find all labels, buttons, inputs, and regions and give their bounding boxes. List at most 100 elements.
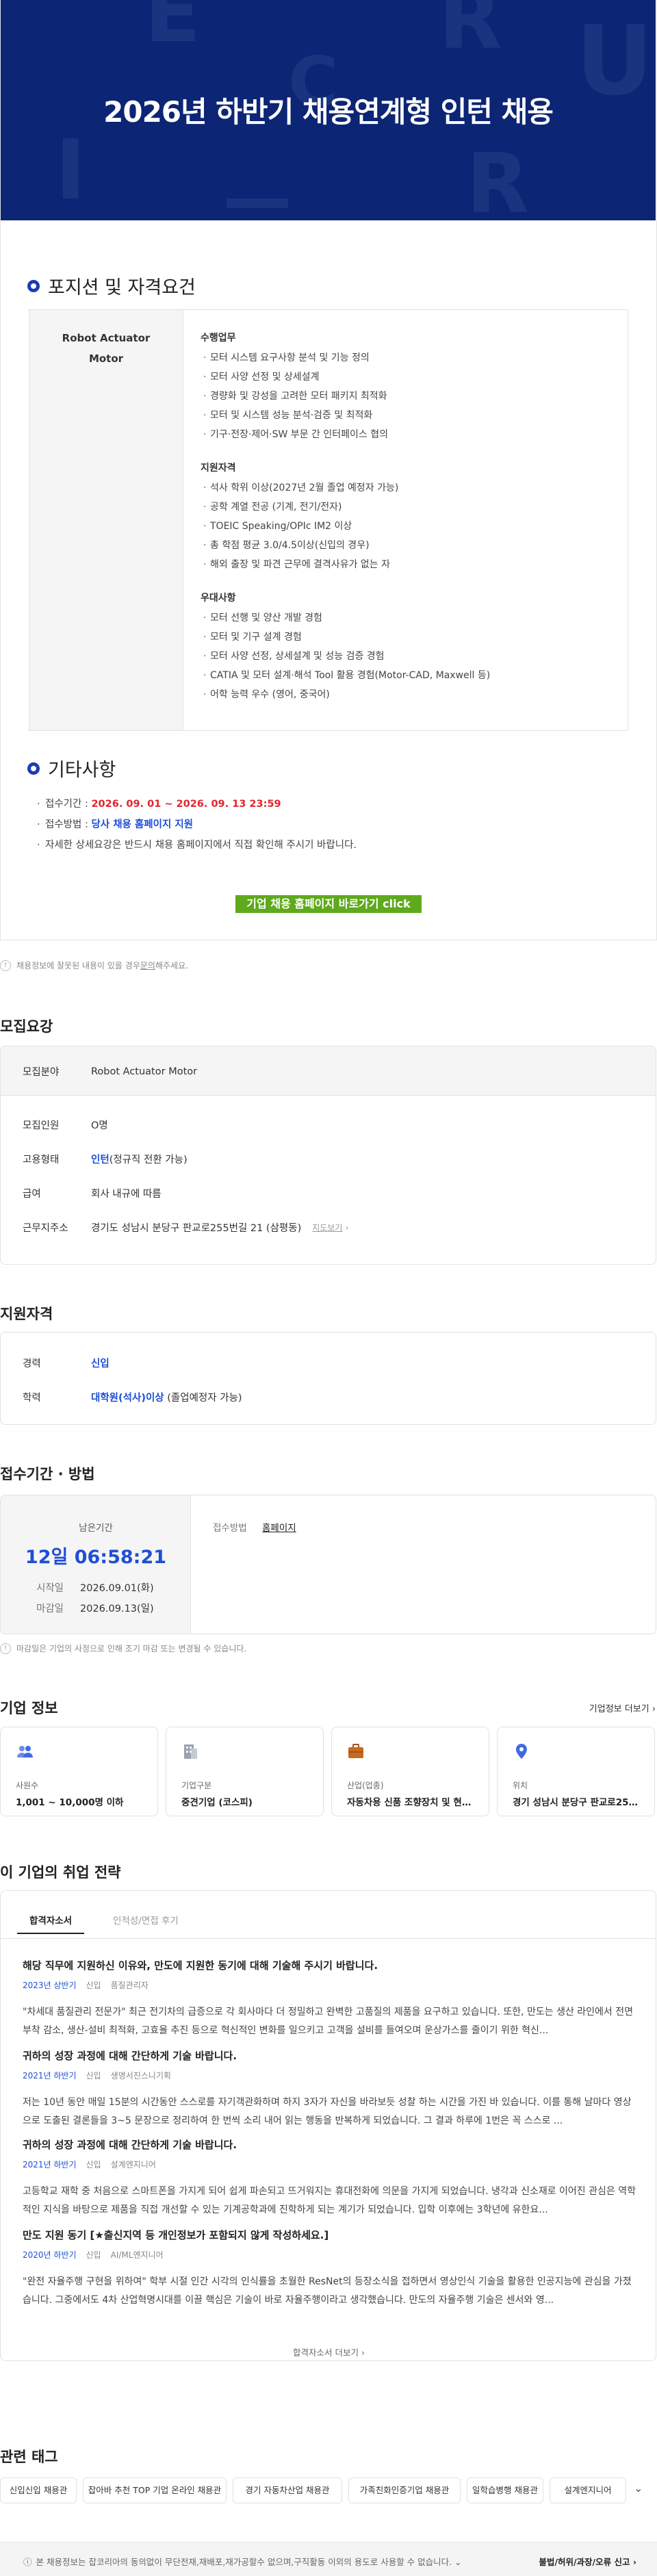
position-item: 총 학점 평균 3.0/4.5이상(신입의 경우) (201, 536, 618, 555)
position-group-title: 지원자격 (201, 463, 236, 474)
chevron-right-icon: › (345, 1222, 349, 1233)
info-icon: ! (0, 1643, 11, 1654)
company-homepage-button[interactable]: 기업 채용 홈페이지 바로가기 click (235, 895, 422, 913)
article-title[interactable]: 만도 지원 동기 [★출신지역 등 개인정보가 포함되지 않게 작성하세요.] (23, 2228, 636, 2242)
info-icon: ⓘ (23, 2557, 32, 2567)
position-item: 석사 학위 이상(2027년 2월 졸업 예정자 가능) (201, 478, 618, 498)
tab-cover-letters[interactable]: 합격자소서 (16, 1913, 85, 1934)
hero-banner: E C R U I R 2026년 하반기 채용연계형 인턴 채용 (1, 0, 656, 220)
page-title: 2026년 하반기 채용연계형 인턴 채용 (103, 95, 554, 129)
recruit-type: 고용형태 인턴(정규직 전환 가능) (23, 1155, 188, 1165)
article-body: "차세대 품질관리 전문가" 최근 전기차의 급증으로 각 회사마다 더 정밀하… (23, 2007, 634, 2036)
map-link[interactable]: 지도보기 (312, 1222, 342, 1233)
employees-icon (17, 1746, 33, 1757)
strategy-card: 합격자소서 인적성/면접 후기 해당 직무에 지원하신 이유와, 만도에 지원한… (0, 1890, 656, 2361)
position-group: 수행업무모터 시스템 요구사항 분석 및 기능 정의모터 사양 선정 및 상세설… (201, 331, 618, 444)
position-item: 모터 및 시스템 성능 분석·검증 및 최적화 (201, 406, 618, 425)
strategy-heading: 이 기업의 취업 전략 (0, 1864, 121, 1881)
position-item: 경량화 및 강성을 고려한 모터 패키지 최적화 (201, 387, 618, 406)
job-posting-page: E C R U I R 2026년 하반기 채용연계형 인턴 채용 포지션 및 … (0, 0, 657, 2576)
article-body: 고등학교 재학 중 처음으로 스마트폰을 가지게 되어 쉽게 파손되고 뜨거워지… (23, 2186, 636, 2215)
article-title[interactable]: 해당 직무에 지원하신 이유와, 만도에 지원한 동기에 대해 기술해 주시기 … (23, 1958, 636, 1972)
inquiry-link[interactable]: 문의 (140, 959, 155, 971)
chevron-down-icon[interactable]: ⌄ (634, 2482, 643, 2495)
tag-item[interactable]: 경기 자동차산업 채용관 (233, 2477, 342, 2503)
position-details: 수행업무모터 시스템 요구사항 분석 및 기능 정의모터 사양 선정 및 상세설… (201, 331, 618, 721)
etc-list: 접수기간 : 2026. 09. 01 ~ 2026. 09. 13 23:59… (36, 794, 357, 855)
article-meta: 2021년 하반기 신입 생명서진스니기획 (23, 2071, 171, 2081)
qualify-career: 경력 신입 (23, 1358, 110, 1369)
footer: ⓘ 본 채용정보는 잡코리아의 동의없이 무단전재,재배포,재가공할수 없으며,구… (0, 2542, 657, 2576)
footer-notice: ⓘ 본 채용정보는 잡코리아의 동의없이 무단전재,재배포,재가공할수 없으며,구… (23, 2557, 462, 2567)
recruit-heading: 모집요강 (0, 1018, 53, 1035)
section-bullet-icon (27, 279, 40, 292)
hero-ghost-letter: I (55, 123, 86, 218)
article-title[interactable]: 귀하의 성장 과정에 대해 간단하게 기술 바랍니다. (23, 2137, 636, 2152)
article-item[interactable]: 귀하의 성장 과정에 대해 간단하게 기술 바랍니다. 2021년 하반기 신입 생명… (23, 2048, 636, 2130)
position-item: 공학 계열 전공 (기계, 전기/전자) (201, 498, 618, 517)
apply-homepage-link[interactable]: 홈페이지 (262, 1523, 296, 1534)
position-group: 지원자격석사 학위 이상(2027년 2월 졸업 예정자 가능)공학 계열 전공… (201, 461, 618, 574)
article-item[interactable]: 귀하의 성장 과정에 대해 간단하게 기술 바랍니다. 2021년 하반기 신입 설계… (23, 2137, 636, 2219)
remaining-panel: 남은기간 12일 06:58:21 시작일 2026.09.01(화) 마감일 20… (1, 1495, 191, 1634)
recruit-field: 모집분야 Robot Actuator Motor (23, 1066, 198, 1079)
position-item: 기구·전장·제어·SW 부문 간 인터페이스 협의 (201, 425, 618, 444)
company-heading: 기업 정보 (0, 1700, 58, 1716)
etc-note: 자세한 상세요강은 반드시 채용 홈페이지에서 직접 확인해 주시기 바랍니다. (36, 835, 357, 855)
position-table: Robot Actuator Motor 수행업무모터 시스템 요구사항 분석 … (29, 309, 628, 731)
company-card-location: 위치 경기 성남시 분당구 판교로255번길 21 (497, 1727, 655, 1816)
cover-letter-more-link[interactable]: 합격자소서 더보기 › (1, 2345, 656, 2358)
chevron-down-icon: ⌄ (454, 2557, 462, 2567)
apply-method: 접수방법 홈페이지 (213, 1523, 296, 1534)
company-card-industry: 산업(업종) 자동차용 신품 조향장치 및 현가장치 제조업 (331, 1727, 489, 1816)
deadline-heading: 접수기간 · 방법 (0, 1466, 95, 1482)
company-card-type: 기업구분 중견기업 (코스피) (166, 1727, 324, 1816)
tag-item[interactable]: 잡아바 추천 TOP 기업 온라인 채용관 (83, 2477, 227, 2503)
tag-item[interactable]: 가족친화인증기업 채용관 (348, 2477, 461, 2503)
etc-period: 접수기간 : 2026. 09. 01 ~ 2026. 09. 13 23:59 (36, 794, 357, 814)
article-meta: 2023년 상반기 신입 품질관리자 (23, 1981, 149, 1990)
recruit-count: 모집인원 O명 (23, 1120, 108, 1131)
qualify-education: 학력 대학원(석사)이상 (졸업예정자 가능) (23, 1393, 242, 1404)
tag-item[interactable]: 신입신입 채용관 (0, 2477, 77, 2503)
tag-item[interactable]: 설계엔지니어 (550, 2477, 626, 2503)
recruit-address: 근무지주소 경기도 성남시 분당구 판교로255번길 21 (삼평동) 지도보기 … (23, 1222, 349, 1235)
etc-method: 접수방법 : 당사 채용 홈페이지 지원 (36, 814, 357, 835)
position-group: 우대사항모터 선행 및 양산 개발 경험모터 및 기구 설계 경험모터 사양 선… (201, 591, 618, 704)
article-body: "완전 자율주행 구현을 위하여" 학부 시절 인간 시각의 인식률을 초월한 … (23, 2276, 632, 2306)
position-heading: 포지션 및 자격요건 (27, 272, 196, 299)
chevron-right-icon: › (361, 2347, 365, 2358)
briefcase-icon (348, 1744, 363, 1758)
tab-interview-reviews[interactable]: 인적성/면접 후기 (113, 1913, 179, 1927)
company-more-link[interactable]: 기업정보 더보기 › (589, 1701, 656, 1714)
position-item: 모터 사양 선정 및 상세설계 (201, 368, 618, 387)
position-name: Robot Actuator Motor (29, 310, 183, 730)
position-item: CATIA 및 모터 설계·해석 Tool 활용 경험(Motor-CAD, M… (201, 666, 618, 685)
recruit-card: 모집분야 Robot Actuator Motor 모집인원 O명 고용형태 인턴(정… (0, 1046, 656, 1265)
recruit-pay: 급여 회사 내규에 따름 (23, 1189, 162, 1200)
tag-item[interactable]: 일학습병행 채용관 (467, 2477, 543, 2503)
building-icon (184, 1744, 197, 1759)
article-title[interactable]: 귀하의 성장 과정에 대해 간단하게 기술 바랍니다. (23, 2048, 636, 2063)
article-item[interactable]: 만도 지원 동기 [★출신지역 등 개인정보가 포함되지 않게 작성하세요.] 2… (23, 2228, 636, 2310)
report-link[interactable]: 불법/허위/과장/오류 신고 › (539, 2555, 636, 2568)
chevron-right-icon: › (632, 2557, 636, 2567)
location-pin-icon (516, 1744, 527, 1759)
start-date: 시작일 2026.09.01(화) (36, 1583, 154, 1594)
article-item[interactable]: 해당 직무에 지원하신 이유와, 만도에 지원한 동기에 대해 기술해 주시기 … (23, 1958, 636, 2040)
hero-ghost-letter: R (466, 137, 530, 221)
hero-ghost-letter: E (144, 0, 201, 61)
report-notice: ! 채용정보에 잘못된 내용이 있을 경우 문의 해주세요. (0, 959, 188, 971)
hero-ghost-letter: R (439, 0, 502, 68)
company-card-employees: 사원수 1,001 ~ 10,000명 이하 (0, 1727, 158, 1816)
deadline-card: 남은기간 12일 06:58:21 시작일 2026.09.01(화) 마감일 20… (0, 1495, 656, 1634)
article-meta: 2021년 하반기 신입 설계엔지니어 (23, 2160, 156, 2169)
position-item: 해외 출장 및 파견 근무에 결격사유가 없는 자 (201, 555, 618, 574)
position-group-title: 우대사항 (201, 593, 236, 604)
position-item: 모터 선행 및 양산 개발 경험 (201, 608, 618, 628)
section-bullet-icon (27, 762, 40, 775)
article-body: 저는 10년 동안 매일 15분의 시간동안 스스로를 자기객관화하며 하지 3… (23, 2097, 632, 2126)
chevron-right-icon: › (652, 1704, 656, 1714)
etc-heading: 기타사항 (27, 755, 116, 782)
position-item: 모터 시스템 요구사항 분석 및 기능 정의 (201, 348, 618, 368)
